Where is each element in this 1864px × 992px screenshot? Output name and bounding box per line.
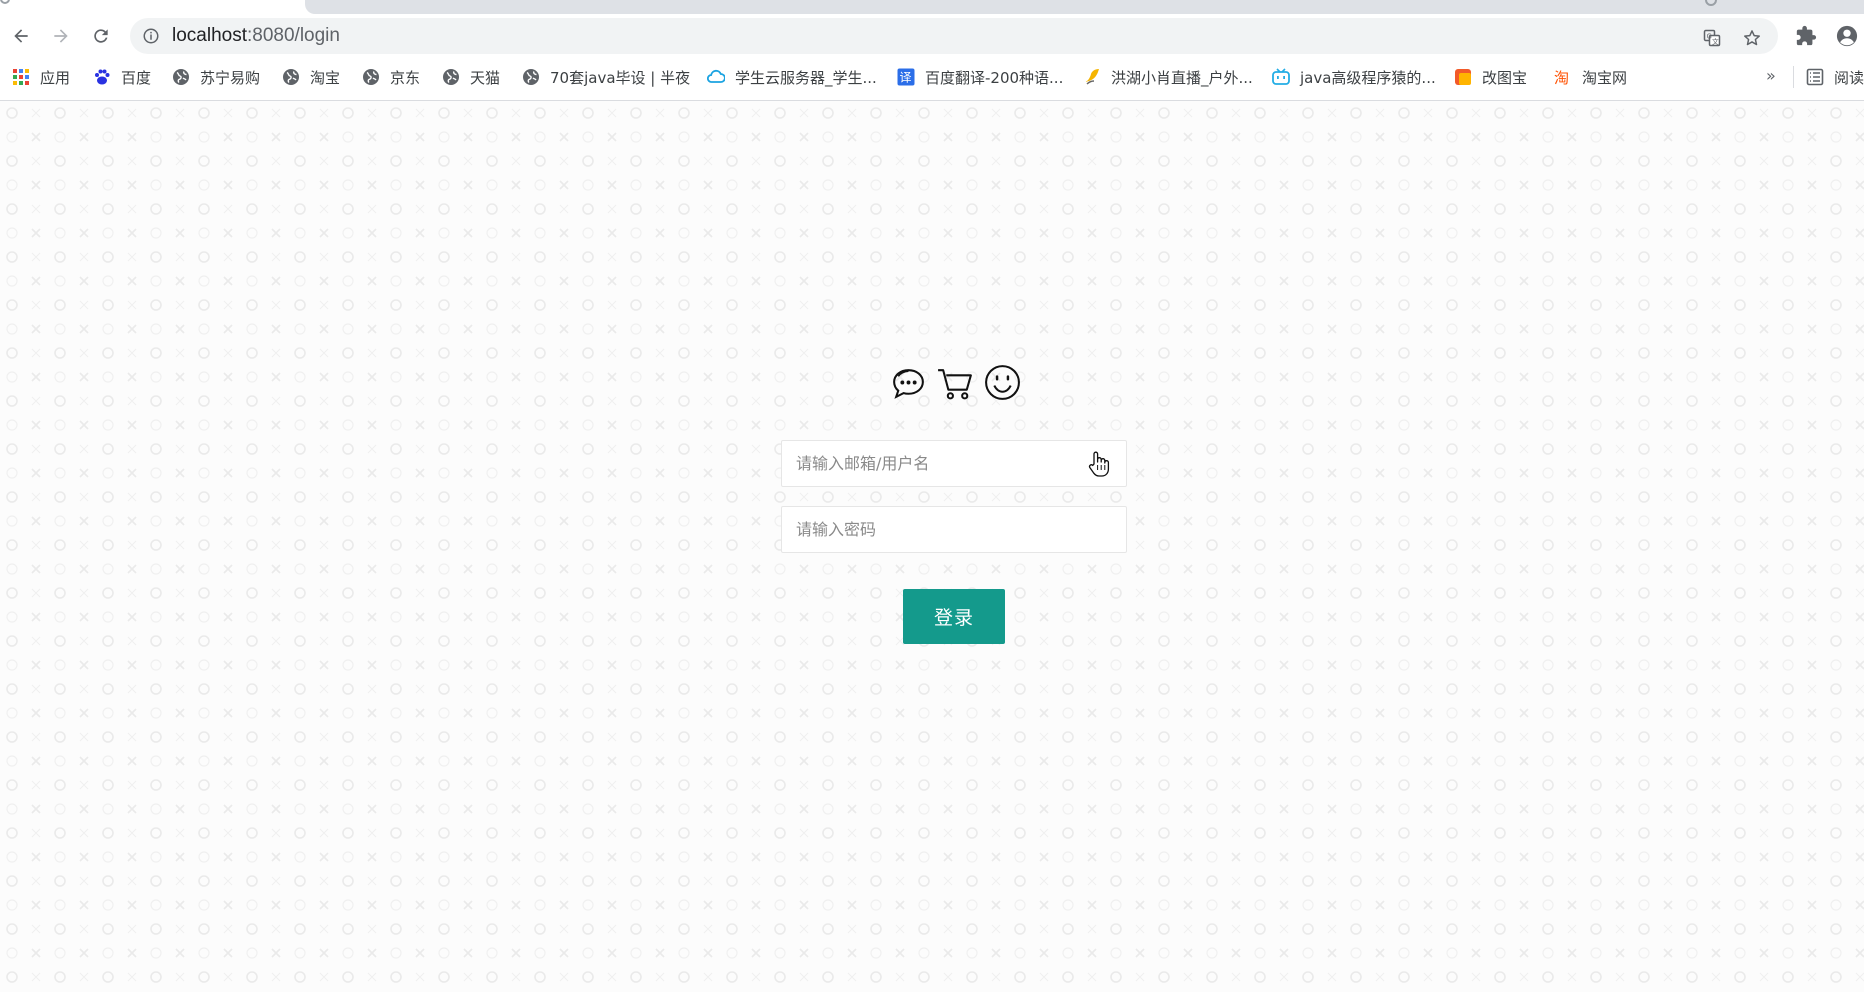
translate-icon: G 文 <box>1703 29 1721 47</box>
bookmark-student-cloud[interactable]: 学生云服务器_学生... <box>707 64 877 90</box>
reload-button[interactable] <box>85 20 117 52</box>
bookmark-label: 学生云服务器_学生... <box>735 68 877 87</box>
bookmarks-overflow-button[interactable]: » <box>1766 66 1776 85</box>
bookmark-label: 百度 <box>121 68 152 87</box>
url-path: :8080/login <box>247 25 340 46</box>
bookmark-jd[interactable]: 京东 <box>362 64 420 90</box>
star-icon <box>1744 30 1760 46</box>
profile-button[interactable] <box>1833 22 1861 50</box>
bookmark-label: 苏宁易购 <box>200 68 261 87</box>
globe-icon <box>362 68 380 86</box>
info-icon[interactable] <box>142 27 160 45</box>
svg-text:译: 译 <box>900 71 912 85</box>
login-form: 登录 <box>780 359 1127 659</box>
arrow-right-icon <box>54 29 68 43</box>
bookmark-baidu[interactable]: 百度 <box>93 64 151 90</box>
svg-text:文: 文 <box>1712 37 1719 46</box>
bookmark-label: 改图宝 <box>1482 68 1528 87</box>
cloud-icon <box>707 68 725 86</box>
url-host: localhost <box>172 25 247 46</box>
bookmark-taobao-net[interactable]: 淘 淘宝网 <box>1554 64 1627 90</box>
address-bar[interactable]: localhost:8080/login G 文 <box>130 18 1778 54</box>
bookmark-label: 京东 <box>390 68 421 87</box>
globe-icon <box>442 68 460 86</box>
globe-icon <box>282 68 300 86</box>
baidu-paw-icon <box>93 68 111 86</box>
fish-icon <box>1083 68 1101 86</box>
globe-icon <box>172 68 190 86</box>
bookmark-label: 洪湖小肖直播_户外... <box>1111 68 1253 87</box>
gaitubao-icon <box>1454 68 1472 86</box>
bookmark-label: 淘宝网 <box>1582 68 1628 87</box>
login-button[interactable]: 登录 <box>903 589 1005 644</box>
bookmark-java-projects[interactable]: 70套java毕设 | 半夜 <box>522 64 690 90</box>
shopping-cart-icon <box>938 368 972 399</box>
extensions-button[interactable] <box>1792 22 1820 50</box>
reading-list-icon <box>1806 68 1824 86</box>
password-input[interactable] <box>781 506 1127 553</box>
bookmark-label: 应用 <box>40 68 71 87</box>
reload-icon <box>94 29 108 43</box>
hand-cursor-icon <box>1088 451 1110 477</box>
bookmark-gaitubao[interactable]: 改图宝 <box>1454 64 1527 90</box>
bookmark-suning[interactable]: 苏宁易购 <box>172 64 260 90</box>
chat-bubble-icon <box>893 368 924 399</box>
puzzle-icon <box>1796 25 1817 46</box>
bookmark-label: 70套java毕设 | 半夜 <box>550 68 691 87</box>
svg-text:G: G <box>1707 32 1712 40</box>
bookmark-label: 百度翻译-200种语... <box>925 68 1064 87</box>
tab-favicon <box>0 0 10 4</box>
bookmark-honghu-live[interactable]: 洪湖小肖直播_户外... <box>1083 64 1253 90</box>
inactive-tab-area[interactable] <box>305 0 1864 14</box>
bookmark-taobao[interactable]: 淘宝 <box>282 64 340 90</box>
taobao-icon: 淘 <box>1554 68 1572 86</box>
svg-text:淘: 淘 <box>1554 69 1569 86</box>
forward-button[interactable] <box>45 20 77 52</box>
smiley-face-icon <box>985 364 1020 400</box>
translate-icon: 译 <box>897 68 915 86</box>
bookmark-label: java高级程序猿的... <box>1300 68 1436 87</box>
bookmark-bilibili-java[interactable]: java高级程序猿的... <box>1272 64 1436 90</box>
bookmark-apps[interactable]: 应用 <box>12 64 70 90</box>
apps-grid-icon <box>12 68 30 86</box>
reading-list-label: 阅读 <box>1834 68 1864 87</box>
bookmark-label: 天猫 <box>470 68 501 87</box>
browser-toolbar: localhost:8080/login G 文 <box>0 14 1864 58</box>
username-input[interactable] <box>781 440 1127 487</box>
bookmarks-divider <box>1793 66 1794 88</box>
url-text[interactable]: localhost:8080/login <box>172 25 340 47</box>
bookmark-label: 淘宝 <box>310 68 341 87</box>
translate-page-button[interactable]: G 文 <box>1698 24 1726 52</box>
login-page: 登录 <box>0 101 1864 992</box>
bookmark-tmall[interactable]: 天猫 <box>442 64 500 90</box>
arrow-left-icon <box>14 29 28 43</box>
avatar-icon <box>1836 25 1858 47</box>
browser-chrome: localhost:8080/login G 文 应用 百度 苏宁易购 淘宝 京… <box>0 0 1864 101</box>
logo-icons <box>888 359 1023 405</box>
reading-list-button[interactable]: 阅读 <box>1806 64 1864 90</box>
bilibili-icon <box>1272 68 1290 86</box>
bookmark-baidu-translate[interactable]: 译 百度翻译-200种语... <box>897 64 1063 90</box>
globe-icon <box>522 68 540 86</box>
tab-strip <box>0 0 1864 14</box>
bookmarks-bar: 应用 百度 苏宁易购 淘宝 京东 天猫 70套java毕设 | 半夜 学生云服务… <box>0 62 1864 92</box>
bookmark-star-button[interactable] <box>1738 24 1766 52</box>
back-button[interactable] <box>5 20 37 52</box>
